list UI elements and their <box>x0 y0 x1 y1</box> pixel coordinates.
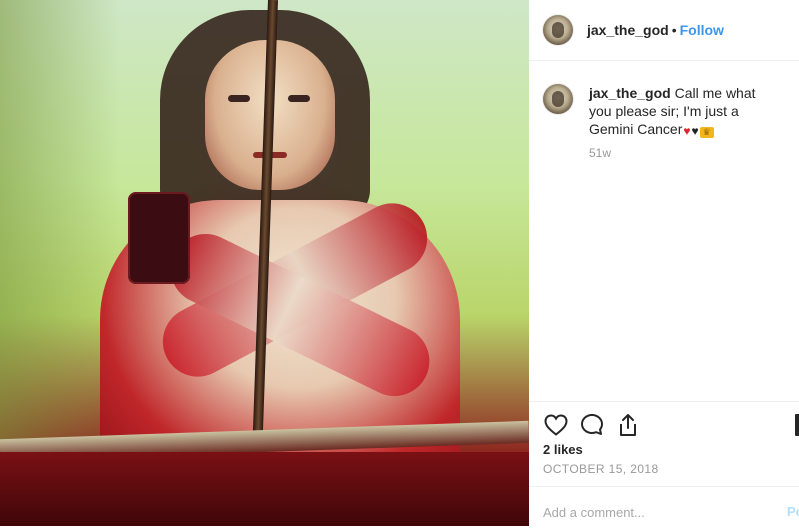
caption-avatar[interactable] <box>543 84 573 114</box>
photo-eye-left <box>228 95 250 102</box>
likes-count[interactable]: 2 likes <box>543 442 583 457</box>
post-photo[interactable] <box>0 0 529 526</box>
actions-section: 2 likes OCTOBER 15, 2018 Po <box>529 401 799 527</box>
follow-button[interactable]: Follow <box>680 22 724 38</box>
header-row: jax_the_god • Follow <box>587 22 724 38</box>
post-date: OCTOBER 15, 2018 <box>543 462 659 476</box>
crown-emoji-icon: ♛ <box>699 127 714 138</box>
username-link[interactable]: jax_the_god <box>587 22 669 38</box>
black-heart-emoji-icon: ♥ <box>691 124 699 138</box>
post-comment-button[interactable]: Po <box>787 504 799 519</box>
post-header: jax_the_god • Follow <box>529 0 799 61</box>
post-sidebar: jax_the_god • Follow jax_the_god Call me w… <box>529 0 799 526</box>
share-icon[interactable] <box>615 412 641 438</box>
bookmark-icon[interactable] <box>795 414 799 436</box>
heart-icon[interactable] <box>543 412 569 438</box>
avatar[interactable] <box>543 15 573 45</box>
photo-eye-right <box>288 95 310 102</box>
separator-dot: • <box>671 22 677 38</box>
comment-bar: Po <box>529 486 799 528</box>
post-age[interactable]: 51w <box>589 146 611 160</box>
photo-phone <box>128 192 190 284</box>
caption-username-link[interactable]: jax_the_god <box>589 85 671 101</box>
caption-text: jax_the_god Call me what you please sir;… <box>589 84 781 138</box>
photo-floor <box>0 452 529 526</box>
fire-emoji-icon: ♥ <box>683 124 691 138</box>
comment-icon[interactable] <box>579 412 605 438</box>
comment-input[interactable] <box>543 503 773 521</box>
